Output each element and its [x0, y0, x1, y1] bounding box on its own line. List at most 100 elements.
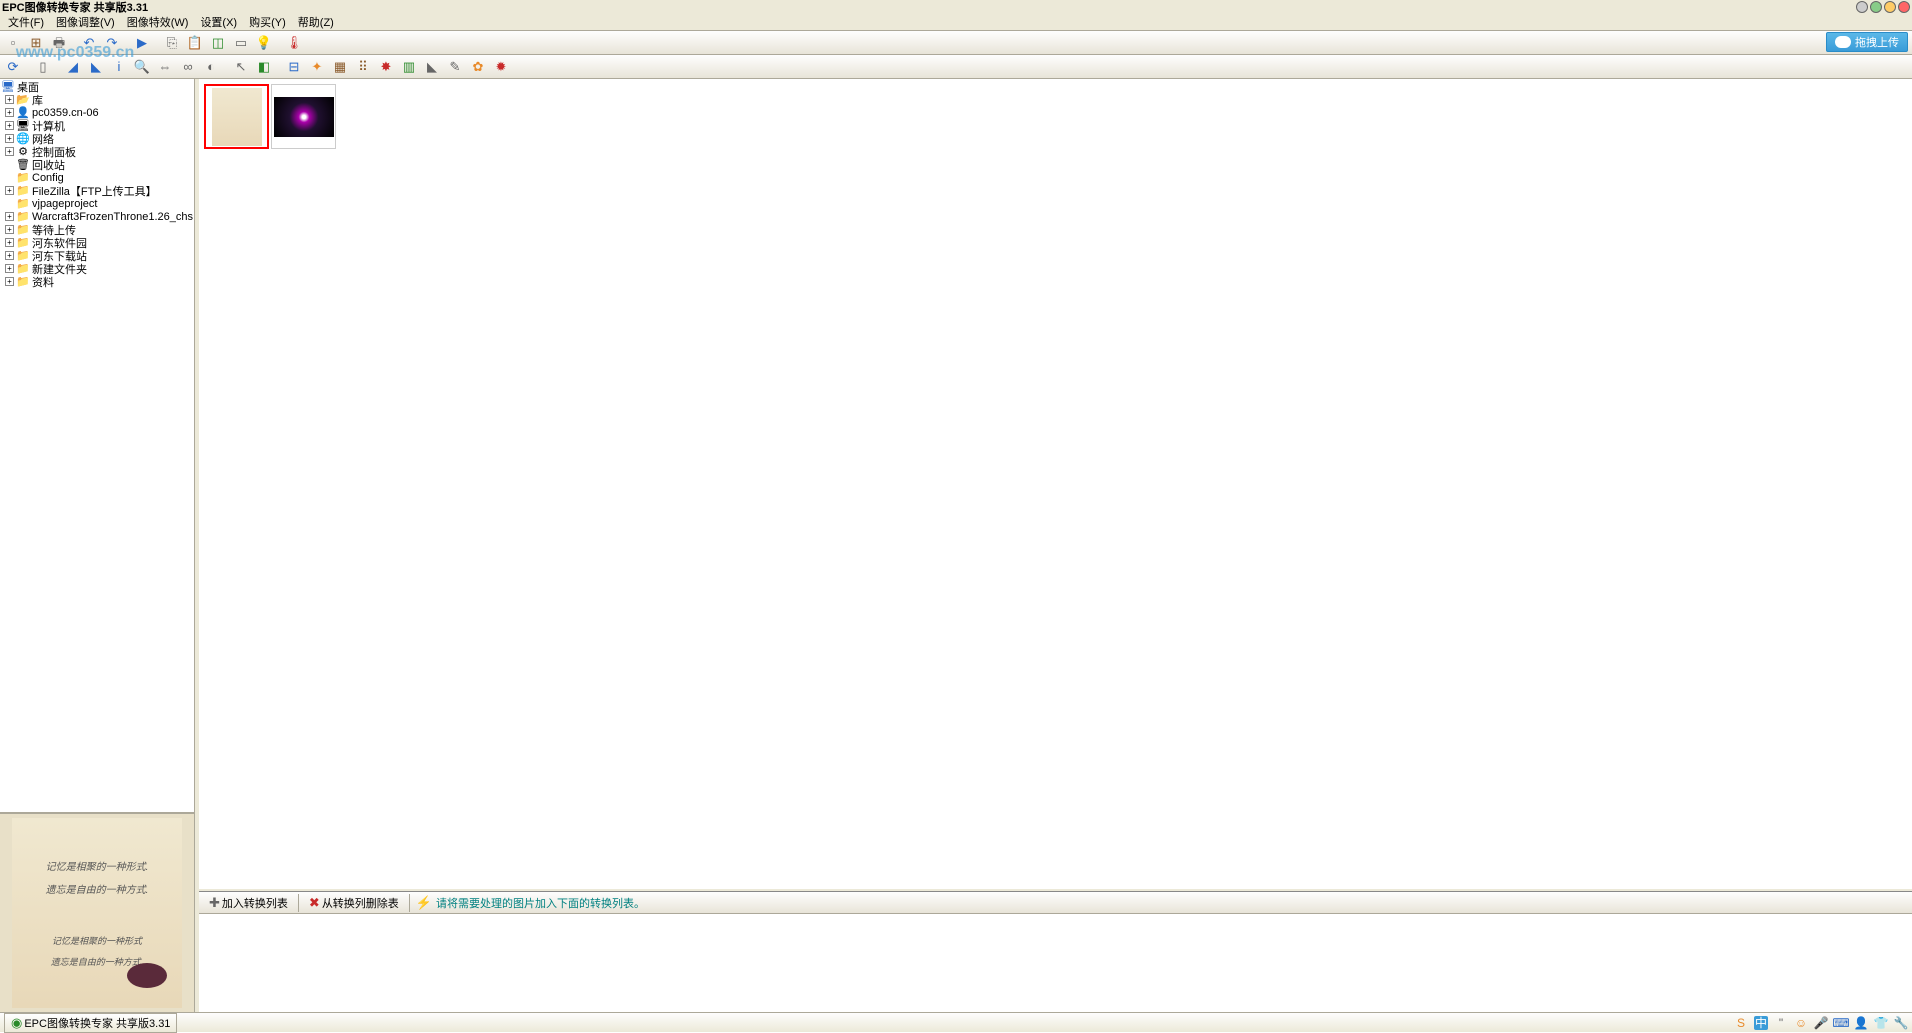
temperature-button[interactable]: 🌡	[283, 33, 305, 53]
remove-from-list-button[interactable]: ✖ 从转换列删除表	[305, 894, 403, 912]
menu-file[interactable]: 文件(F)	[4, 13, 48, 31]
select-button[interactable]: ▭	[230, 33, 252, 53]
play-button[interactable]: ▶	[131, 33, 153, 53]
tree-item-4[interactable]: +⚙控制面板	[1, 145, 193, 158]
tree-item-2[interactable]: +🖥计算机	[1, 119, 193, 132]
rotate-right-button[interactable]: ◣	[85, 57, 107, 77]
tree-expander-icon[interactable]: +	[5, 225, 14, 234]
minimize-button[interactable]	[1856, 1, 1868, 13]
sogou-icon[interactable]: S	[1734, 1016, 1748, 1030]
tree-item-7[interactable]: +📁FileZilla【FTP上传工具】	[1, 184, 193, 197]
conversion-list[interactable]	[199, 914, 1912, 1012]
view-button[interactable]: ▯	[32, 57, 54, 77]
pointer-button[interactable]: ↖	[230, 57, 252, 77]
tree-item-9[interactable]: +📁Warcraft3FrozenThrone1.26_chs	[1, 210, 193, 223]
menu-settings[interactable]: 设置(X)	[196, 13, 241, 31]
tree-expander-icon[interactable]: +	[5, 238, 14, 247]
tree-expander-icon[interactable]: +	[5, 134, 14, 143]
thumbnail-2[interactable]	[271, 84, 336, 149]
fit-icon: ⇔	[159, 60, 172, 73]
info-button[interactable]: i	[108, 57, 130, 77]
restore-button[interactable]	[1870, 1, 1882, 13]
tree-expander-icon[interactable]: +	[5, 264, 14, 273]
toolbar-2: ⟳ ▯ ◢ ◣ i 🔍 ⇔ ∞ ◐ ↖ ◧ ⊟ ✦ ▦ ⠿ ✸ ▥ ◣ ✎ ✿ …	[0, 55, 1912, 79]
brush-button[interactable]: ✎	[444, 57, 466, 77]
close-button[interactable]	[1898, 1, 1910, 13]
menu-adjust[interactable]: 图像调整(V)	[52, 13, 119, 31]
dots-button[interactable]: ⠿	[352, 57, 374, 77]
tree-item-14[interactable]: +📁资料	[1, 275, 193, 288]
tray-user-icon[interactable]: 👤	[1854, 1016, 1868, 1030]
tray-mic-icon[interactable]: 🎤	[1814, 1016, 1828, 1030]
pointer-icon: ↖	[236, 60, 247, 73]
tree-item-13[interactable]: +📁新建文件夹	[1, 262, 193, 275]
menu-effects[interactable]: 图像特效(W)	[123, 13, 193, 31]
scan-button[interactable]: ⊞	[25, 33, 47, 53]
tree-expander-icon[interactable]: +	[5, 95, 14, 104]
tray-smile-icon[interactable]: ☺	[1794, 1016, 1808, 1030]
fit-button[interactable]: ⇔	[154, 57, 176, 77]
tree-expander-icon[interactable]: +	[5, 251, 14, 260]
tree-item-3[interactable]: +🌐网络	[1, 132, 193, 145]
tray-punct-icon[interactable]: "	[1774, 1016, 1788, 1030]
menu-help[interactable]: 帮助(Z)	[294, 13, 338, 31]
tree-expander-icon[interactable]: +	[5, 108, 14, 117]
table-button[interactable]: ▥	[398, 57, 420, 77]
tray-shirt-icon[interactable]: 👕	[1874, 1016, 1888, 1030]
tree-expander-icon[interactable]: +	[5, 277, 14, 286]
maximize-button[interactable]	[1884, 1, 1896, 13]
tree-expander-icon[interactable]: +	[5, 147, 14, 156]
gear-button[interactable]: ✹	[490, 57, 512, 77]
star-button[interactable]: ✸	[375, 57, 397, 77]
link-button[interactable]: ∞	[177, 57, 199, 77]
tree-item-12[interactable]: +📁河东下载站	[1, 249, 193, 262]
tree-expander-icon[interactable]: +	[5, 186, 14, 195]
copy-button[interactable]: ⎘	[161, 33, 183, 53]
flower-button[interactable]: ✿	[467, 57, 489, 77]
tree-item-1[interactable]: +👤pc0359.cn-06	[1, 106, 193, 119]
thumbnail-1[interactable]	[204, 84, 269, 149]
folder-icon: 📁	[16, 275, 30, 288]
taskbar-app-button[interactable]: ◉ EPC图像转换专家 共享版3.31	[4, 1013, 177, 1033]
cloud-icon	[1835, 36, 1851, 48]
tree-item-11[interactable]: +📁河东软件园	[1, 236, 193, 249]
tree-root[interactable]: 🖥 桌面	[1, 80, 193, 93]
flower-icon: ✿	[473, 60, 484, 73]
sparkle-button[interactable]: ✦	[306, 57, 328, 77]
tree-item-5[interactable]: 🗑回收站	[1, 158, 193, 171]
refresh-button[interactable]: ⟳	[2, 57, 24, 77]
network-icon: 🌐	[16, 132, 30, 145]
tree-expander-icon[interactable]: +	[5, 212, 14, 221]
add-to-list-button[interactable]: ✚ 加入转换列表	[205, 894, 292, 912]
menu-buy[interactable]: 购买(Y)	[245, 13, 290, 31]
ime-icon[interactable]: 中	[1754, 1016, 1768, 1030]
tree-expander-icon[interactable]: +	[5, 121, 14, 130]
adjust-button[interactable]: ◐	[200, 57, 222, 77]
tray-keyboard-icon[interactable]: ⌨	[1834, 1016, 1848, 1030]
titlebar: EPC图像转换专家 共享版3.31	[0, 0, 1912, 13]
light-button[interactable]: 💡	[253, 33, 275, 53]
tray-wrench-icon[interactable]: 🔧	[1894, 1016, 1908, 1030]
zoom-button[interactable]: 🔍	[131, 57, 153, 77]
folder-tree[interactable]: 🖥 桌面 +📂库+👤pc0359.cn-06+🖥计算机+🌐网络+⚙控制面板🗑回收…	[0, 79, 194, 812]
bucket-button[interactable]: ◣	[421, 57, 443, 77]
undo-button[interactable]: ↶	[78, 33, 100, 53]
tree-item-10[interactable]: +📁等待上传	[1, 223, 193, 236]
print-button[interactable]: 🖶	[48, 33, 70, 53]
thumbnail-grid[interactable]	[199, 79, 1912, 888]
open-button[interactable]: ▫	[2, 33, 24, 53]
grid-button[interactable]: ▦	[329, 57, 351, 77]
tree-item-8[interactable]: 📁vjpageproject	[1, 197, 193, 210]
rotate-left-button[interactable]: ◢	[62, 57, 84, 77]
tree-item-0[interactable]: +📂库	[1, 93, 193, 106]
redo-button[interactable]: ↷	[101, 33, 123, 53]
drag-upload-button[interactable]: 拖拽上传	[1826, 32, 1908, 52]
crop-button[interactable]: ◫	[207, 33, 229, 53]
color-button[interactable]: ◧	[253, 57, 275, 77]
sidebar: 🖥 桌面 +📂库+👤pc0359.cn-06+🖥计算机+🌐网络+⚙控制面板🗑回收…	[0, 79, 195, 1012]
ruler-button[interactable]: ⊟	[283, 57, 305, 77]
rotate-left-icon: ◢	[68, 60, 78, 73]
tree-expander-icon	[5, 160, 14, 169]
folder-open-icon: 📂	[16, 93, 30, 106]
paste-button[interactable]: 📋	[184, 33, 206, 53]
